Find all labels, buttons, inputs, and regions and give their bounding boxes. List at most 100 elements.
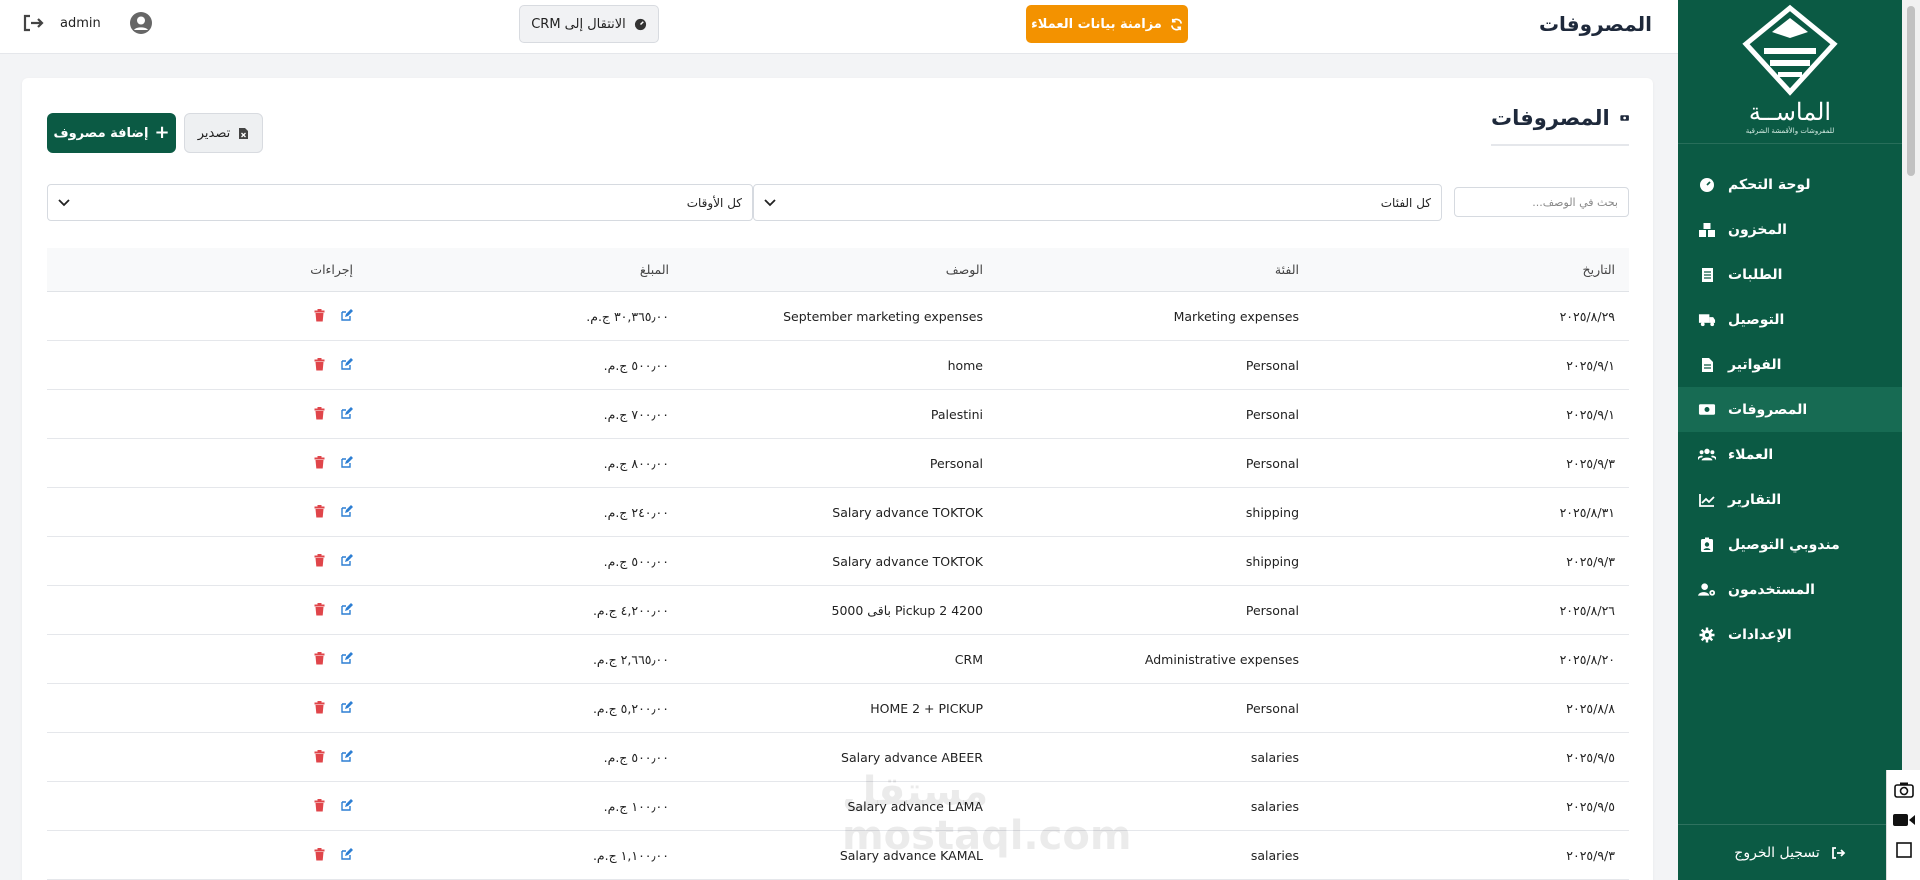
cell-amount: ٧٠٠٫٠٠ ج.م. [603, 406, 669, 422]
edit-icon[interactable] [339, 652, 353, 666]
logout-label: تسجيل الخروج [1734, 844, 1820, 861]
cell-category: salaries [1250, 749, 1299, 765]
export-button[interactable]: تصدير [184, 113, 263, 153]
trash-icon[interactable] [311, 701, 325, 715]
page-title-text: المصروفات [1491, 106, 1610, 130]
trash-icon[interactable] [311, 505, 325, 519]
go-to-crm-button[interactable]: الانتقال إلى CRM [519, 5, 659, 43]
trash-icon[interactable] [311, 358, 325, 372]
user-gear-icon [1698, 581, 1716, 599]
sidebar-item-chart-line[interactable]: التقارير [1678, 477, 1902, 522]
header-category[interactable]: الفئة [1275, 248, 1299, 291]
table-header: التاريخ الفئة الوصف المبلغ إجراءات [47, 248, 1629, 292]
receipt-icon [1698, 266, 1716, 284]
trash-icon[interactable] [311, 407, 325, 421]
sidebar-item-users[interactable]: العملاء [1678, 432, 1902, 477]
boxes-icon [1698, 221, 1716, 239]
add-expense-button[interactable]: + إضافة مصروف [47, 113, 176, 153]
sidebar-item-boxes[interactable]: المخزون [1678, 207, 1902, 252]
video-icon[interactable] [1892, 810, 1916, 830]
edit-icon[interactable] [339, 505, 353, 519]
edit-icon[interactable] [339, 456, 353, 470]
trash-icon[interactable] [311, 309, 325, 323]
sidebar-item-user-gear[interactable]: المستخدمون [1678, 567, 1902, 612]
trash-icon[interactable] [311, 554, 325, 568]
sidebar-item-truck[interactable]: التوصيل [1678, 297, 1902, 342]
plus-icon: + [154, 122, 170, 143]
sidebar-item-receipt[interactable]: الطلبات [1678, 252, 1902, 297]
cell-date: ٢٠٢٥/٩/٥ [1566, 749, 1615, 765]
chart-line-icon [1698, 491, 1716, 509]
cell-date: ٢٠٢٥/٨/٢٩ [1559, 308, 1615, 324]
trash-icon[interactable] [311, 799, 325, 813]
file-excel-icon [239, 127, 249, 139]
table-row: ٢٠٢٥/٩/٥ salaries Salary advance ABEER ٥٠٠٫… [47, 733, 1629, 782]
sidebar-item-gauge[interactable]: لوحة التحكم [1678, 162, 1902, 207]
cell-actions [311, 831, 353, 879]
category-filter-value: كل الفئات [1380, 195, 1431, 210]
sidebar-item-gear[interactable]: الإعدادات [1678, 612, 1902, 657]
search-input[interactable] [1454, 187, 1629, 217]
sidebar-item-file-invoice[interactable]: الفواتير [1678, 342, 1902, 387]
cell-category: shipping [1245, 504, 1299, 520]
page-scrollbar[interactable] [1902, 0, 1920, 880]
table-row: ٢٠٢٥/٩/٣ salaries Salary advance KAMAL ١,١٠… [47, 831, 1629, 880]
cell-actions [311, 292, 353, 340]
sidebar-item-label: المخزون [1728, 221, 1787, 238]
sync-customers-button[interactable]: مزامنة بيانات العملاء [1026, 5, 1188, 43]
logout-arrow-icon[interactable] [22, 14, 44, 32]
edit-icon[interactable] [339, 750, 353, 764]
sidebar-item-label: لوحة التحكم [1728, 176, 1811, 193]
cell-category: Marketing expenses [1173, 308, 1299, 324]
export-label: تصدير [197, 125, 231, 141]
sidebar: الماســة للمفروشات والأقمشة الشرقية لوحة… [1678, 0, 1902, 880]
top-bar: المصروفات مزامنة بيانات العملاء الانتقال… [0, 0, 1678, 54]
header-description[interactable]: الوصف [946, 248, 983, 291]
cell-amount: ٢٤٠٫٠٠ ج.م. [603, 504, 669, 520]
money-bill-icon [1698, 401, 1716, 419]
brand-logo[interactable]: الماســة للمفروشات والأقمشة الشرقية [1678, 0, 1902, 144]
crop-icon[interactable] [1892, 840, 1916, 860]
cell-amount: ١٠٠٫٠٠ ج.م. [603, 798, 669, 814]
category-filter-select[interactable]: كل الفئات [753, 184, 1442, 221]
logout-button[interactable]: تسجيل الخروج [1678, 824, 1902, 880]
camera-icon[interactable] [1892, 780, 1916, 800]
edit-icon[interactable] [339, 799, 353, 813]
table-row: ٢٠٢٥/٩/٣ shipping Salary advance TOKTOK ٥٠٠… [47, 537, 1629, 586]
edit-icon[interactable] [339, 603, 353, 617]
gauge-icon [634, 18, 646, 30]
cell-description: September marketing expenses [783, 308, 983, 324]
edit-icon[interactable] [339, 407, 353, 421]
time-filter-select[interactable]: كل الأوقات [47, 184, 753, 221]
sidebar-item-money-bill[interactable]: المصروفات [1678, 387, 1902, 432]
sidebar-item-id-badge[interactable]: مندوبي التوصيل [1678, 522, 1902, 567]
sidebar-item-label: الفواتير [1728, 356, 1782, 373]
cell-date: ٢٠٢٥/٩/١ [1566, 357, 1615, 373]
table-body: ٢٠٢٥/٨/٢٩ Marketing expenses September mar… [47, 292, 1629, 880]
expenses-card: المصروفات + إضافة مصروف تصدير كل الفئات … [22, 78, 1653, 880]
sidebar-item-label: الإعدادات [1728, 626, 1792, 643]
table-row: ٢٠٢٥/٩/١ Personal home ٥٠٠٫٠٠ ج.م. [47, 341, 1629, 390]
trash-icon[interactable] [311, 456, 325, 470]
edit-icon[interactable] [339, 701, 353, 715]
cell-category: Personal [1245, 602, 1299, 618]
edit-icon[interactable] [339, 554, 353, 568]
chevron-down-icon [58, 198, 70, 206]
trash-icon[interactable] [311, 750, 325, 764]
edit-icon[interactable] [339, 358, 353, 372]
user-avatar-icon[interactable] [129, 11, 153, 35]
header-amount[interactable]: المبلغ [640, 248, 669, 291]
scrollbar-thumb[interactable] [1907, 6, 1915, 176]
cell-description: Pickup 2 4200 باقى 5000 [831, 602, 983, 618]
trash-icon[interactable] [311, 603, 325, 617]
trash-icon[interactable] [311, 848, 325, 862]
table-row: ٢٠٢٥/٨/٢٦ Personal Pickup 2 4200 باقى 5000… [47, 586, 1629, 635]
cell-date: ٢٠٢٥/٩/٣ [1566, 847, 1615, 863]
cell-category: shipping [1245, 553, 1299, 569]
edit-icon[interactable] [339, 309, 353, 323]
edit-icon[interactable] [339, 848, 353, 862]
header-date[interactable]: التاريخ [1583, 248, 1615, 291]
cell-actions [311, 586, 353, 634]
trash-icon[interactable] [311, 652, 325, 666]
brand-name: الماســة [1748, 98, 1832, 126]
